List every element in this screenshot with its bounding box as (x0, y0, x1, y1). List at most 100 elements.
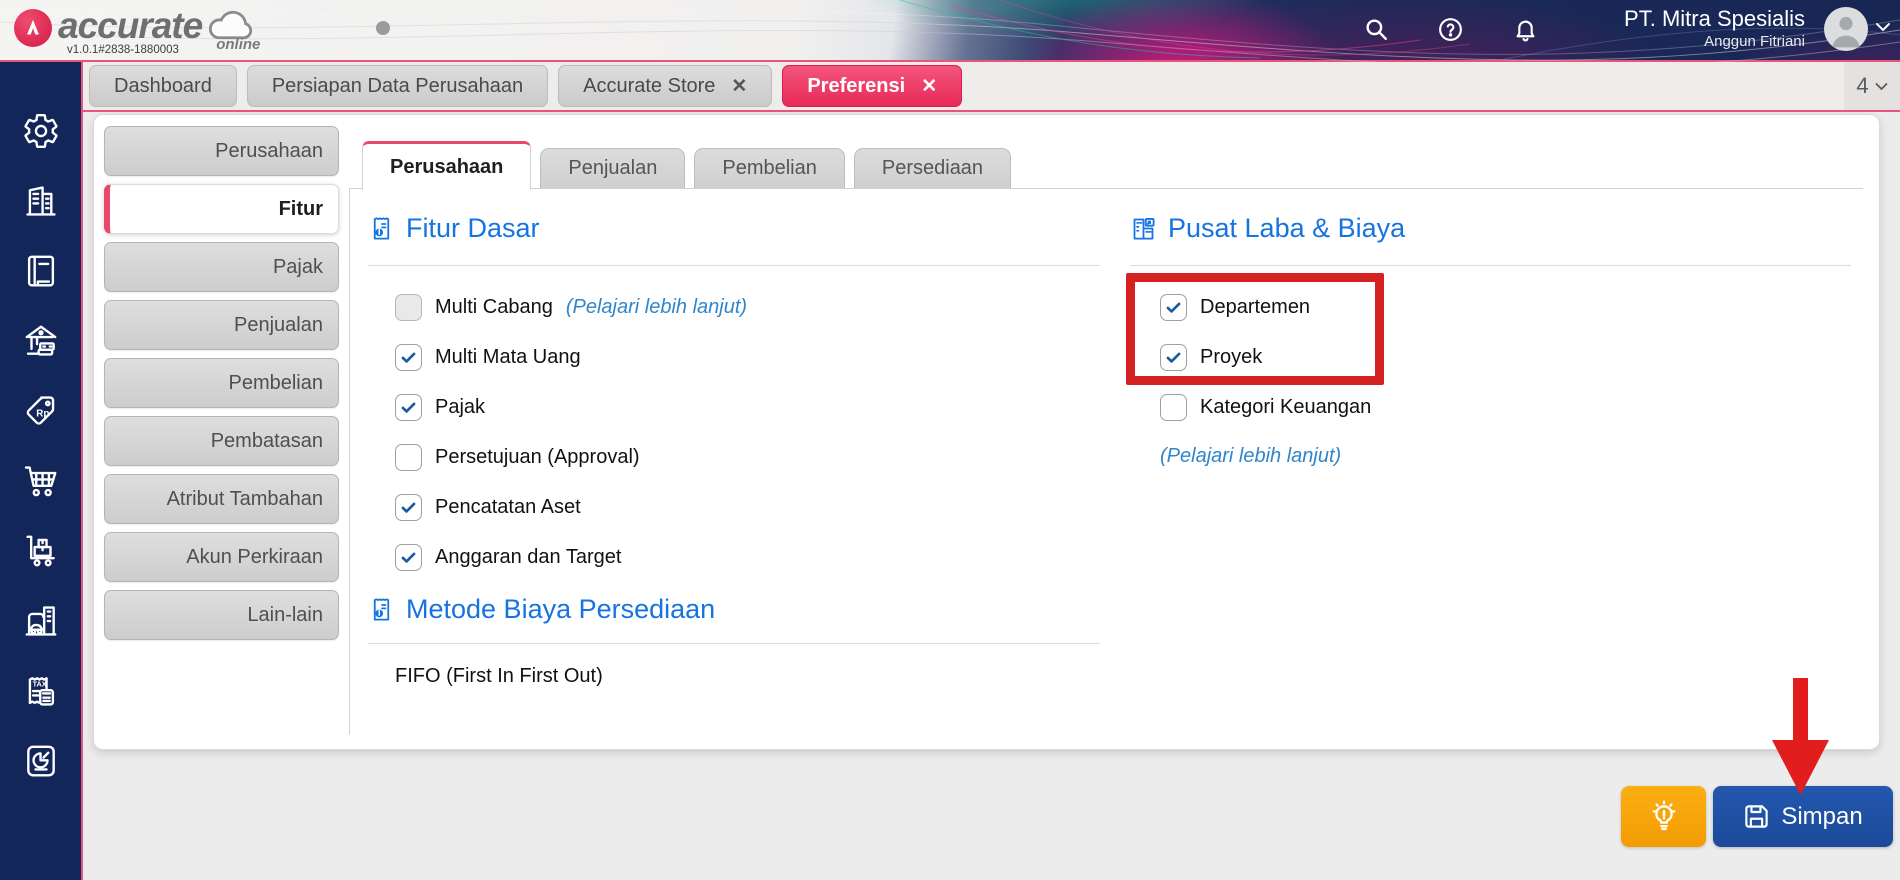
menu-item-label: Perusahaan (215, 139, 323, 162)
save-button[interactable]: Simpan (1713, 786, 1893, 847)
checkbox-pencatatan-aset[interactable] (395, 493, 422, 521)
app-window: accurate online v1.0.1#2838-1880003 PT. … (0, 0, 1900, 880)
close-icon[interactable]: ✕ (921, 77, 937, 96)
checkbox-label: Pajak (435, 395, 486, 418)
checkbox-row-anggaran-dan-target[interactable]: Anggaran dan Target (395, 543, 747, 571)
journal-book-icon[interactable] (22, 252, 60, 290)
tab-dashboard[interactable]: Dashboard (89, 65, 237, 107)
tab-penjualan[interactable]: Penjualan (540, 148, 686, 188)
checkbox-persetujuan[interactable] (395, 443, 422, 471)
section-title: Fitur Dasar (406, 213, 540, 243)
menu-item-akun-perkiraan[interactable]: Akun Perkiraan (104, 532, 339, 582)
checkbox-label: Kategori Keuangan (1200, 395, 1372, 418)
menu-item-pajak[interactable]: Pajak (104, 242, 339, 292)
chevron-down-icon (1875, 82, 1888, 90)
account-chevron-down-icon[interactable] (1875, 20, 1891, 38)
profit-center-building-icon (1133, 218, 1155, 240)
user-account-block[interactable]: PT. Mitra Spesialis Anggun Fitriani (1624, 5, 1805, 52)
checkbox-label: Persetujuan (Approval) (435, 445, 640, 468)
section-divider (368, 643, 1100, 644)
checkbox-label: Proyek (1200, 345, 1263, 368)
menu-item-penjualan[interactable]: Penjualan (104, 300, 339, 350)
status-dot (376, 21, 390, 35)
menu-item-perusahaan[interactable]: Perusahaan (104, 126, 339, 176)
category-tabs: Perusahaan Penjualan Pembelian Persediaa… (362, 141, 1012, 190)
settings-gear-icon[interactable] (22, 112, 60, 150)
section-title: Pusat Laba & Biaya (1168, 213, 1406, 243)
tab-preferensi[interactable]: Preferensi ✕ (782, 65, 963, 107)
section-pusat-laba-heading: Pusat Laba & Biaya (1130, 213, 1405, 244)
menu-item-pembelian[interactable]: Pembelian (104, 358, 339, 408)
settings-panel: Fitur Dasar Multi Cabang (Pelajari lebih… (349, 188, 1863, 735)
checkbox-pajak[interactable] (395, 393, 422, 421)
checkbox-row-pajak[interactable]: Pajak (395, 393, 747, 421)
tab-pembelian[interactable]: Pembelian (694, 148, 845, 188)
checkbox-row-pencatatan-aset[interactable]: Pencatatan Aset (395, 493, 747, 521)
bank-cash-icon[interactable] (22, 322, 60, 360)
checkbox-row-persetujuan[interactable]: Persetujuan (Approval) (395, 443, 747, 471)
tab-persiapan-data-perusahaan[interactable]: Persiapan Data Perusahaan (246, 65, 549, 107)
section-title: Metode Biaya Persediaan (406, 594, 716, 624)
menu-item-atribut-tambahan[interactable]: Atribut Tambahan (104, 474, 339, 524)
learn-more-link[interactable]: (Pelajari lebih lanjut) (566, 296, 747, 319)
open-tabs-count-dropdown[interactable]: 4 (1844, 62, 1900, 110)
tab-persediaan[interactable]: Persediaan (853, 148, 1012, 188)
app-version: v1.0.1#2838-1880003 (67, 44, 179, 56)
preferences-nav-menu: Perusahaan Fitur Pajak Penjualan Pembeli… (104, 126, 339, 640)
checkbox-multi-cabang[interactable] (395, 293, 422, 321)
menu-item-lain-lain[interactable]: Lain-lain (104, 590, 339, 640)
checkbox-label: Multi Cabang (435, 295, 553, 318)
menu-item-label: Lain-lain (247, 603, 323, 626)
svg-text:TAX: TAX (32, 680, 46, 689)
preferences-card: Perusahaan Fitur Pajak Penjualan Pembeli… (93, 114, 1880, 750)
tab-label: Persiapan Data Perusahaan (271, 74, 524, 97)
checkbox-departemen[interactable] (1160, 293, 1187, 321)
checkbox-label: Multi Mata Uang (435, 345, 581, 368)
tab-label: Accurate Store (583, 74, 716, 97)
hint-lightbulb-button[interactable] (1621, 786, 1706, 847)
checkbox-row-departemen[interactable]: Departemen (1160, 293, 1371, 321)
header-wave-decoration (0, 0, 1900, 62)
checkbox-label: Anggaran dan Target (435, 545, 622, 568)
avatar[interactable] (1824, 7, 1868, 51)
search-icon[interactable] (1362, 15, 1390, 43)
notification-bell-icon[interactable] (1511, 15, 1539, 43)
section-divider (368, 265, 1100, 266)
tab-label: Pembelian (722, 157, 817, 179)
inventory-trolley-icon[interactable] (22, 532, 60, 570)
module-sidebar: Rp TAX (0, 62, 81, 880)
section-metode-biaya-heading: Metode Biaya Persediaan (368, 594, 715, 625)
close-icon[interactable]: ✕ (731, 77, 747, 96)
checkbox-row-kategori-keuangan[interactable]: Kategori Keuangan (1160, 393, 1371, 421)
checkbox-kategori-keuangan[interactable] (1160, 393, 1187, 421)
menu-item-fitur[interactable]: Fitur (104, 184, 339, 234)
report-pie-chart-icon[interactable] (22, 742, 60, 780)
cost-method-note-icon (373, 598, 390, 621)
brand-sub-label: online (216, 36, 261, 53)
menu-item-label: Pembatasan (210, 429, 323, 452)
tax-documents-icon[interactable]: TAX (22, 672, 60, 710)
tab-perusahaan[interactable]: Perusahaan (362, 141, 532, 190)
checkbox-row-multi-mata-uang[interactable]: Multi Mata Uang (395, 343, 747, 371)
menu-item-label: Pajak (272, 255, 323, 278)
tab-label: Preferensi (807, 74, 906, 97)
checkbox-multi-mata-uang[interactable] (395, 343, 422, 371)
company-buildings-icon[interactable] (22, 182, 60, 220)
checkbox-proyek[interactable] (1160, 343, 1187, 371)
asset-building-car-icon[interactable] (22, 602, 60, 640)
menu-item-label: Penjualan (234, 313, 323, 336)
app-logo[interactable]: accurate online (14, 4, 260, 53)
checkbox-row-proyek[interactable]: Proyek (1160, 343, 1371, 371)
checkbox-row-multi-cabang[interactable]: Multi Cabang (Pelajari lebih lanjut) (395, 293, 747, 321)
help-icon[interactable] (1436, 15, 1464, 43)
window-tab-bar: Dashboard Persiapan Data Perusahaan Accu… (83, 62, 1900, 112)
menu-item-pembatasan[interactable]: Pembatasan (104, 416, 339, 466)
inventory-cost-method-value: FIFO (First In First Out) (395, 665, 603, 687)
checkbox-anggaran-dan-target[interactable] (395, 543, 422, 571)
pusat-laba-learn-more-link[interactable]: (Pelajari lebih lanjut) (1160, 445, 1341, 468)
price-tag-rp-icon[interactable]: Rp (22, 392, 60, 430)
tab-label: Perusahaan (390, 155, 504, 178)
shopping-cart-icon[interactable] (22, 462, 60, 500)
tab-accurate-store[interactable]: Accurate Store ✕ (558, 65, 773, 107)
top-header: accurate online v1.0.1#2838-1880003 PT. … (0, 0, 1900, 62)
